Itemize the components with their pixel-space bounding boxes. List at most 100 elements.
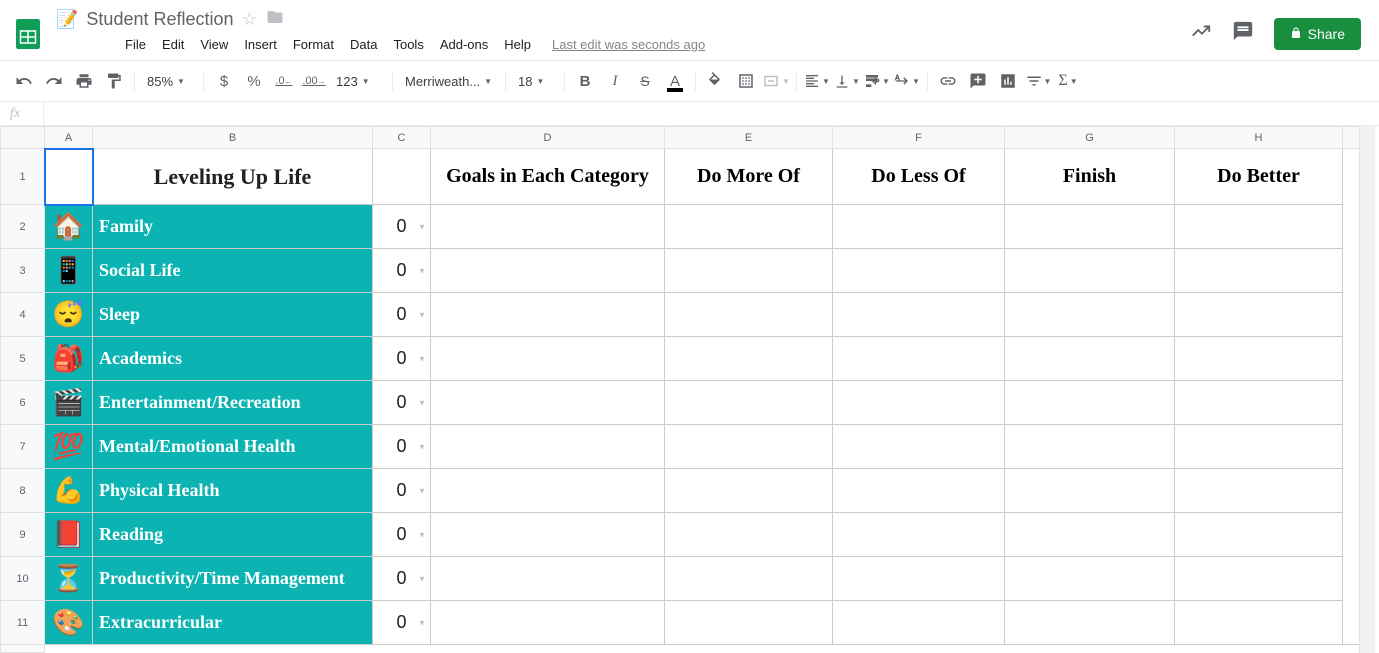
vertical-scrollbar[interactable] (1359, 126, 1375, 653)
cell-d1[interactable]: Goals in Each Category (431, 149, 665, 205)
category-icon[interactable]: 💪 (45, 469, 93, 513)
fill-color-button[interactable] (702, 67, 730, 95)
row-header-6[interactable]: 6 (1, 381, 45, 425)
cell[interactable] (431, 337, 665, 381)
cell[interactable] (1005, 205, 1175, 249)
font-size-select[interactable]: 18▼ (512, 74, 558, 89)
row-header-2[interactable]: 2 (1, 205, 45, 249)
cell[interactable] (1005, 469, 1175, 513)
menu-addons[interactable]: Add-ons (433, 33, 495, 56)
insert-chart-button[interactable] (994, 67, 1022, 95)
dropdown-caret-icon[interactable]: ▼ (418, 486, 426, 495)
category-label-cell[interactable]: Academics (93, 337, 373, 381)
category-value-cell[interactable]: 0▼ (373, 381, 431, 425)
category-label-cell[interactable]: Sleep (93, 293, 373, 337)
cell[interactable] (1175, 381, 1343, 425)
cell[interactable] (833, 513, 1005, 557)
cell[interactable] (665, 601, 833, 645)
cell[interactable] (1005, 425, 1175, 469)
cell[interactable] (833, 293, 1005, 337)
insert-comment-button[interactable] (964, 67, 992, 95)
cell[interactable] (833, 337, 1005, 381)
star-icon[interactable]: ☆ (242, 9, 258, 30)
category-label-cell[interactable]: Entertainment/Recreation (93, 381, 373, 425)
cell-f1[interactable]: Do Less Of (833, 149, 1005, 205)
category-icon[interactable]: 🏠 (45, 205, 93, 249)
cell[interactable] (1175, 469, 1343, 513)
category-value-cell[interactable]: 0▼ (373, 469, 431, 513)
decrease-decimal-button[interactable]: .0← (270, 67, 298, 95)
text-color-button[interactable]: A (661, 67, 689, 95)
cell[interactable] (1005, 513, 1175, 557)
menu-insert[interactable]: Insert (237, 33, 284, 56)
category-value-cell[interactable]: 0▼ (373, 513, 431, 557)
dropdown-caret-icon[interactable]: ▼ (418, 398, 426, 407)
col-header-g[interactable]: G (1005, 127, 1175, 149)
col-header-c[interactable]: C (373, 127, 431, 149)
cell[interactable] (1005, 249, 1175, 293)
menu-file[interactable]: File (118, 33, 153, 56)
category-icon[interactable]: 📕 (45, 513, 93, 557)
category-label-cell[interactable]: Family (93, 205, 373, 249)
col-header-e[interactable]: E (665, 127, 833, 149)
menu-tools[interactable]: Tools (386, 33, 430, 56)
cell[interactable] (431, 469, 665, 513)
borders-button[interactable] (732, 67, 760, 95)
dropdown-caret-icon[interactable]: ▼ (418, 442, 426, 451)
cell[interactable] (833, 381, 1005, 425)
cell[interactable] (431, 557, 665, 601)
functions-button[interactable]: Σ▼ (1054, 67, 1082, 95)
category-label-cell[interactable]: Extracurricular (93, 601, 373, 645)
share-button[interactable]: Share (1274, 18, 1361, 50)
activity-icon[interactable] (1190, 20, 1212, 48)
undo-button[interactable] (10, 67, 38, 95)
cell[interactable] (1005, 601, 1175, 645)
number-format-select[interactable]: 123▼ (330, 74, 386, 89)
cell[interactable] (431, 293, 665, 337)
category-icon[interactable]: 🎬 (45, 381, 93, 425)
category-value-cell[interactable]: 0▼ (373, 337, 431, 381)
zoom-select[interactable]: 85%▼ (141, 74, 197, 89)
category-label-cell[interactable]: Social Life (93, 249, 373, 293)
cell[interactable] (1175, 601, 1343, 645)
dropdown-caret-icon[interactable]: ▼ (418, 574, 426, 583)
row-header-5[interactable]: 5 (1, 337, 45, 381)
cell[interactable] (665, 557, 833, 601)
spreadsheet-grid[interactable]: A B C D E F G H 1 Leveling Up Life Goals… (0, 126, 1359, 653)
cell-h1[interactable]: Do Better (1175, 149, 1343, 205)
cell[interactable] (1175, 425, 1343, 469)
cell-a1[interactable] (45, 149, 93, 205)
cell-g1[interactable]: Finish (1005, 149, 1175, 205)
category-icon[interactable]: 🎒 (45, 337, 93, 381)
cell[interactable] (833, 249, 1005, 293)
category-value-cell[interactable]: 0▼ (373, 557, 431, 601)
cell[interactable] (665, 205, 833, 249)
cell[interactable] (833, 205, 1005, 249)
category-icon[interactable]: 📱 (45, 249, 93, 293)
cell[interactable] (1175, 249, 1343, 293)
cell-e1[interactable]: Do More Of (665, 149, 833, 205)
cell[interactable] (1175, 337, 1343, 381)
doc-title[interactable]: Student Reflection (86, 9, 233, 30)
formula-input[interactable] (44, 102, 1379, 125)
dropdown-caret-icon[interactable]: ▼ (418, 618, 426, 627)
cell[interactable] (665, 425, 833, 469)
cell[interactable] (1005, 381, 1175, 425)
menu-data[interactable]: Data (343, 33, 384, 56)
cell[interactable] (833, 425, 1005, 469)
filter-button[interactable]: ▼ (1024, 67, 1052, 95)
last-edit-link[interactable]: Last edit was seconds ago (552, 37, 705, 52)
dropdown-caret-icon[interactable]: ▼ (418, 310, 426, 319)
row-header-9[interactable]: 9 (1, 513, 45, 557)
percent-button[interactable]: % (240, 67, 268, 95)
col-header-f[interactable]: F (833, 127, 1005, 149)
sheets-app-icon[interactable] (8, 14, 48, 54)
category-value-cell[interactable]: 0▼ (373, 425, 431, 469)
paint-format-button[interactable] (100, 67, 128, 95)
row-header-3[interactable]: 3 (1, 249, 45, 293)
cell[interactable] (833, 469, 1005, 513)
menu-format[interactable]: Format (286, 33, 341, 56)
row-header-7[interactable]: 7 (1, 425, 45, 469)
text-rotation-button[interactable]: ▼ (893, 67, 921, 95)
currency-button[interactable]: $ (210, 67, 238, 95)
